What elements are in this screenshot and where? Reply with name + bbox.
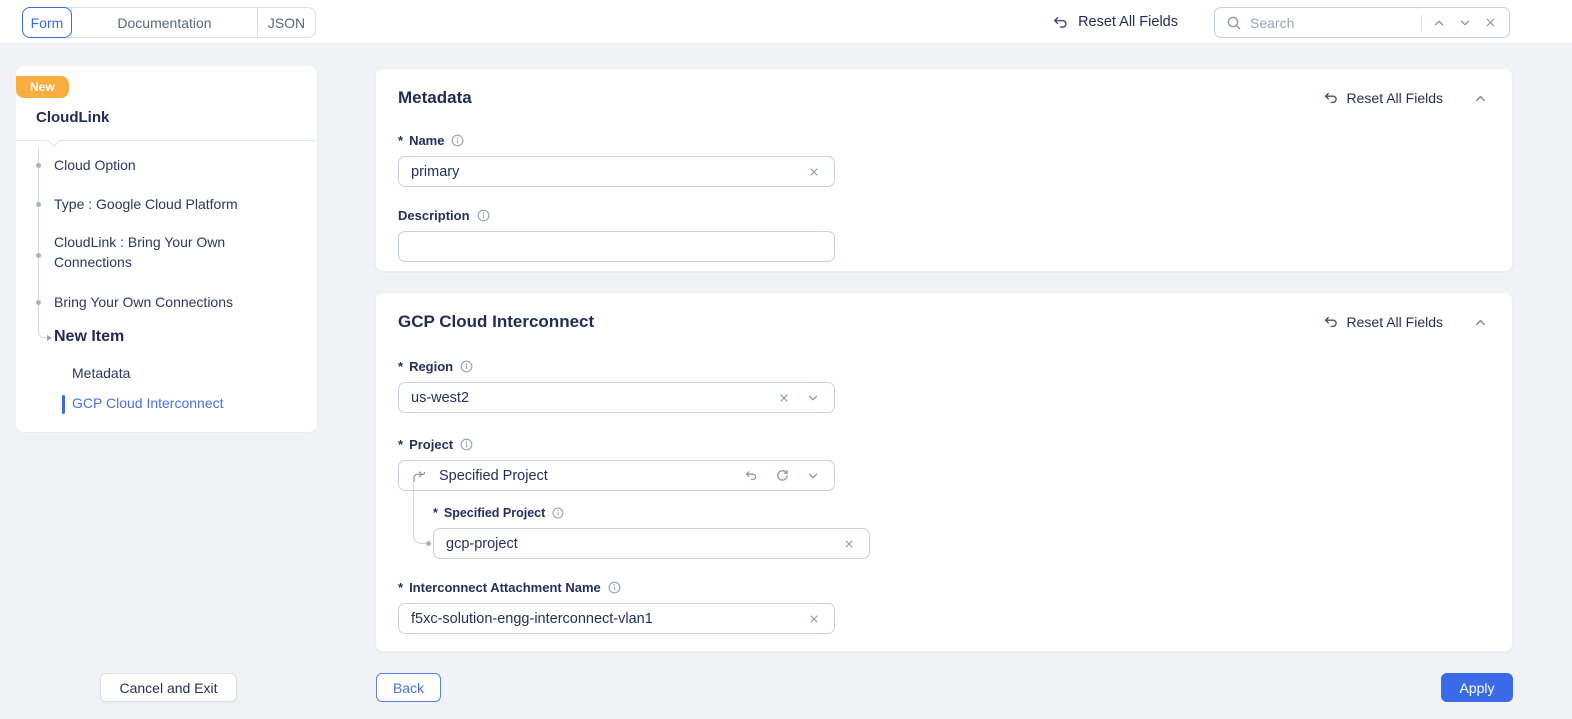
sidebar-title: CloudLink — [36, 109, 109, 126]
search-icon — [1226, 15, 1242, 31]
section-reset-label: Reset All Fields — [1347, 90, 1443, 106]
specified-project-nested-group: * Specified Project — [433, 506, 870, 559]
search-input[interactable] — [1250, 15, 1413, 31]
info-icon[interactable] — [476, 208, 491, 223]
name-field-label: Name — [409, 133, 444, 148]
cancel-and-exit-button[interactable]: Cancel and Exit — [100, 673, 237, 702]
dropdown-chevron-down-icon[interactable] — [804, 467, 822, 485]
project-field-label-row: * Project — [398, 437, 1490, 452]
tab-form[interactable]: Form — [22, 7, 72, 38]
clear-field-x-icon[interactable] — [776, 390, 792, 406]
search-next-chevron-down-icon[interactable] — [1456, 14, 1474, 32]
sidebar-item-cloudlink-byo[interactable]: CloudLink : Bring Your Own Connections — [54, 232, 296, 272]
section-title: GCP Cloud Interconnect — [398, 312, 594, 332]
description-field-label: Description — [398, 208, 470, 223]
project-field-label: Project — [409, 437, 453, 452]
info-icon[interactable] — [459, 437, 474, 452]
name-input-box — [398, 156, 835, 187]
required-marker: * — [398, 133, 403, 148]
tree-bullet — [36, 300, 41, 305]
undo-icon — [1323, 90, 1339, 106]
tree-bullet — [36, 202, 41, 207]
section-reset-fields-button[interactable]: Reset All Fields — [1323, 90, 1443, 106]
specified-project-input[interactable] — [446, 536, 829, 552]
field-undo-icon[interactable] — [742, 466, 761, 485]
section-title: Metadata — [398, 88, 472, 108]
view-tab-group: Form Documentation JSON — [22, 7, 316, 38]
status-badge: New — [16, 76, 69, 98]
specified-project-input-box — [433, 528, 870, 559]
info-icon[interactable] — [607, 580, 622, 595]
info-icon[interactable] — [551, 506, 565, 520]
region-select-value: us-west2 — [411, 390, 764, 406]
sidebar-item-new-item[interactable]: New Item — [54, 328, 124, 346]
tree-connector-line — [38, 148, 39, 318]
specified-project-label: Specified Project — [444, 506, 545, 520]
region-select[interactable]: us-west2 — [398, 382, 835, 413]
clear-field-x-icon[interactable] — [806, 164, 822, 180]
interconnect-field-group: * Interconnect Attachment Name — [398, 580, 835, 634]
nested-field-connector — [413, 484, 429, 544]
dropdown-chevron-down-icon[interactable] — [804, 389, 822, 407]
collapse-notch-icon[interactable] — [47, 133, 61, 147]
sidebar-item-cloud-option[interactable]: Cloud Option — [54, 155, 296, 175]
undo-icon — [1323, 314, 1339, 330]
search-divider — [1421, 15, 1422, 31]
sidebar-divider — [16, 140, 317, 141]
project-oneof-select[interactable]: Specified Project — [398, 460, 835, 491]
description-field-label-row: Description — [398, 208, 1490, 223]
required-marker: * — [433, 506, 438, 520]
info-icon[interactable] — [459, 359, 474, 374]
tab-documentation[interactable]: Documentation — [71, 8, 257, 37]
selected-item-indicator — [62, 395, 65, 414]
search-close-icon[interactable] — [1482, 14, 1499, 31]
sidebar-item-gcp-cloud-interconnect[interactable]: GCP Cloud Interconnect — [72, 395, 224, 411]
search-box — [1214, 7, 1510, 38]
tree-elbow-arrow-icon — [38, 318, 47, 338]
project-select-value: Specified Project — [439, 468, 730, 484]
tree-bullet — [36, 163, 41, 168]
section-reset-fields-button[interactable]: Reset All Fields — [1323, 314, 1443, 330]
reset-all-fields-button[interactable]: Reset All Fields — [1052, 0, 1178, 44]
clear-field-x-icon[interactable] — [806, 611, 822, 627]
sidebar-item-metadata[interactable]: Metadata — [72, 365, 130, 381]
description-input-box — [398, 231, 835, 262]
metadata-section: Metadata Reset All Fields * Name — [375, 68, 1513, 272]
required-marker: * — [398, 437, 403, 452]
collapse-section-chevron-up-icon[interactable] — [1471, 89, 1490, 108]
reset-all-fields-label: Reset All Fields — [1078, 14, 1178, 30]
collapse-section-chevron-up-icon[interactable] — [1471, 313, 1490, 332]
section-reset-label: Reset All Fields — [1347, 314, 1443, 330]
search-prev-chevron-up-icon[interactable] — [1430, 14, 1448, 32]
interconnect-label-row: * Interconnect Attachment Name — [398, 580, 835, 595]
navigation-sidebar: New CloudLink Cloud Option Type : Google… — [16, 66, 317, 432]
description-input[interactable] — [411, 239, 822, 255]
required-marker: * — [398, 359, 403, 374]
back-button[interactable]: Back — [376, 673, 441, 702]
clear-field-x-icon[interactable] — [841, 536, 857, 552]
specified-project-label-row: * Specified Project — [433, 506, 870, 520]
required-marker: * — [398, 580, 403, 595]
gcp-cloud-interconnect-section: GCP Cloud Interconnect Reset All Fields … — [375, 292, 1513, 652]
interconnect-attachment-name-input[interactable] — [411, 611, 794, 627]
top-toolbar: Form Documentation JSON Reset All Fields — [0, 0, 1572, 44]
tree-bullet — [36, 253, 41, 258]
sidebar-item-byo-connections[interactable]: Bring Your Own Connections — [54, 292, 296, 312]
one-of-branch-icon — [411, 468, 427, 484]
name-input[interactable] — [411, 164, 794, 180]
info-icon[interactable] — [450, 133, 465, 148]
interconnect-field-label: Interconnect Attachment Name — [409, 580, 601, 595]
interconnect-input-box — [398, 603, 835, 634]
sidebar-item-type[interactable]: Type : Google Cloud Platform — [54, 194, 296, 214]
region-field-label: Region — [409, 359, 453, 374]
field-refresh-icon[interactable] — [773, 466, 792, 485]
name-field-label-row: * Name — [398, 133, 1490, 148]
tab-json[interactable]: JSON — [257, 8, 315, 37]
apply-button[interactable]: Apply — [1441, 673, 1513, 702]
undo-icon — [1052, 14, 1069, 31]
region-field-label-row: * Region — [398, 359, 1490, 374]
